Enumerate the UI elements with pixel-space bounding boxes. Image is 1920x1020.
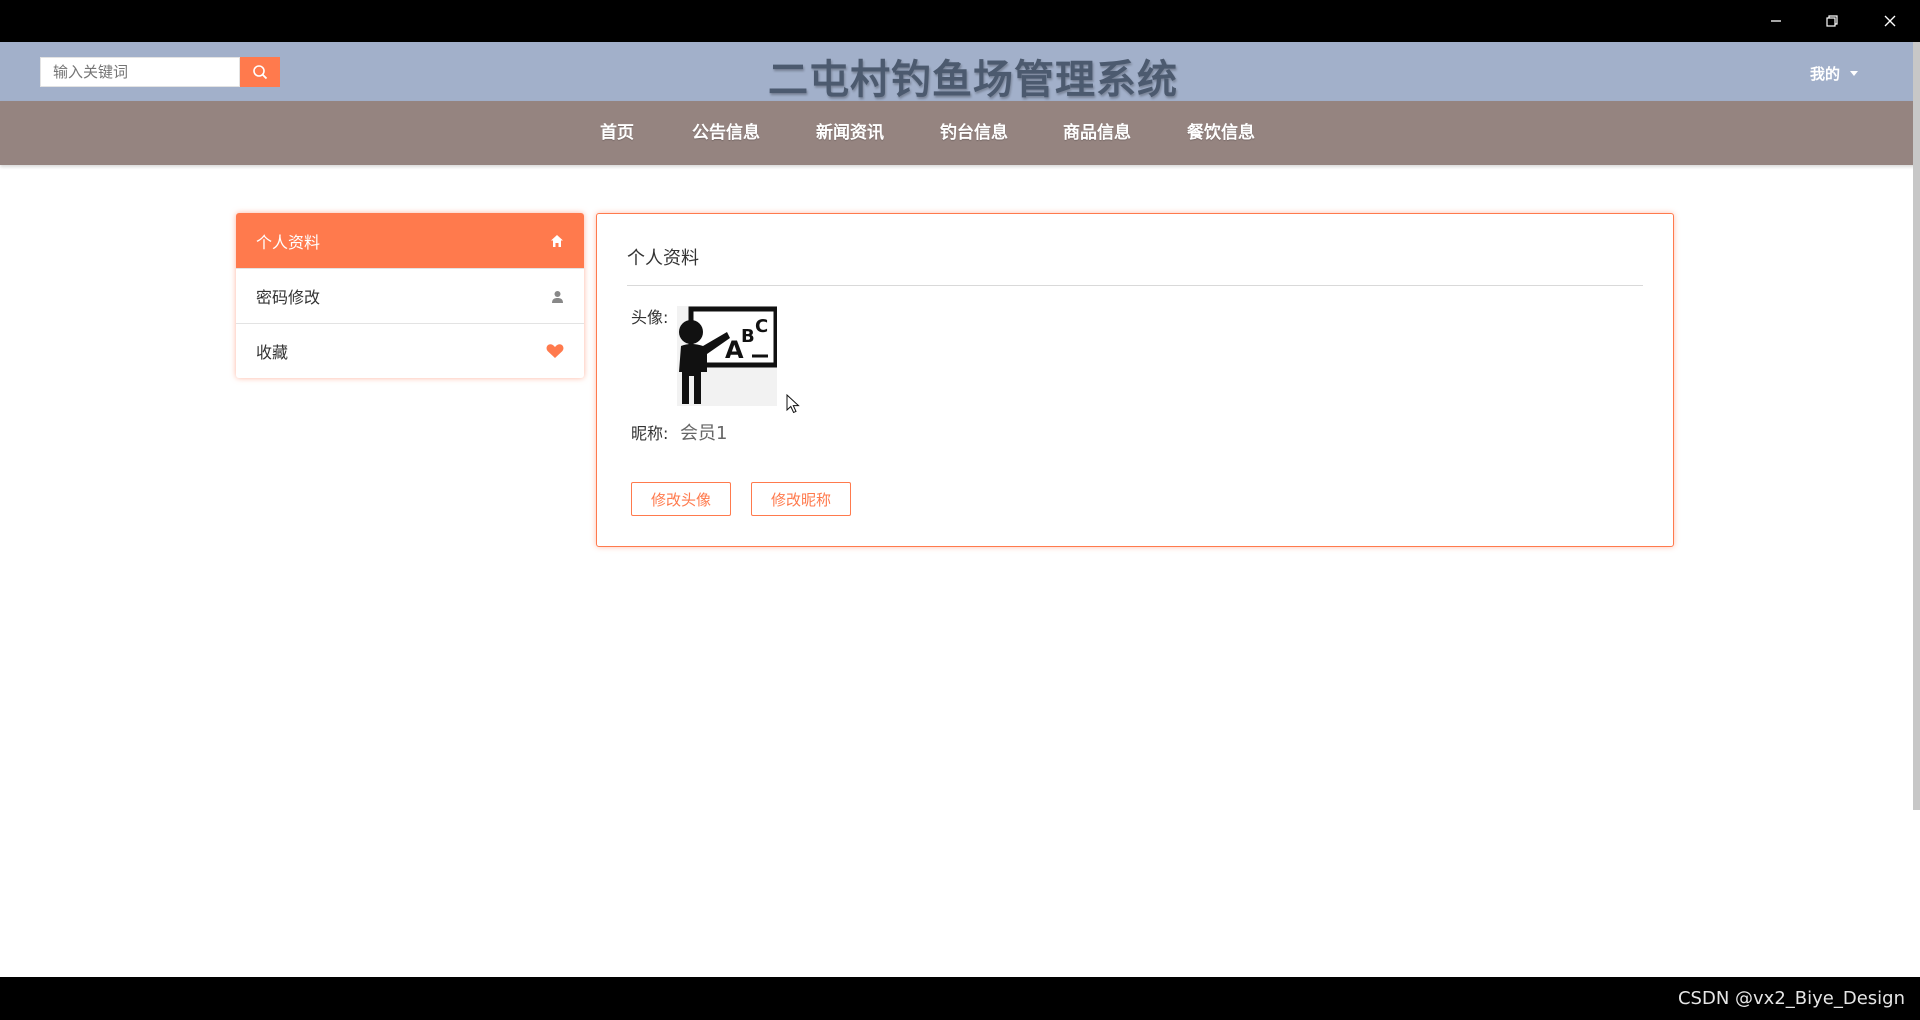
nickname-label: 昵称: xyxy=(631,424,669,443)
vertical-scrollbar[interactable] xyxy=(1913,42,1920,810)
avatar-label: 头像: xyxy=(631,308,669,327)
chevron-down-icon xyxy=(1850,71,1859,76)
user-menu-label: 我的 xyxy=(1810,65,1841,83)
site-title: 二屯村钓鱼场管理系统 xyxy=(768,57,1178,103)
close-icon[interactable] xyxy=(1862,0,1918,42)
panel-title: 个人资料 xyxy=(627,248,699,269)
user-menu[interactable]: 我的 xyxy=(1810,63,1859,84)
main-nav: 首页 公告信息 新闻资讯 钓台信息 商品信息 餐饮信息 xyxy=(0,101,1920,165)
nav-item-announcements[interactable]: 公告信息 xyxy=(692,101,760,165)
svg-text:C: C xyxy=(755,316,768,337)
nickname-value: 会员1 xyxy=(680,423,728,444)
profile-panel: 个人资料 头像: A B C 昵称: 会员1 修改头像 修改昵称 xyxy=(596,213,1674,547)
change-nickname-button[interactable]: 修改昵称 xyxy=(751,482,851,516)
nav-item-home[interactable]: 首页 xyxy=(600,101,634,165)
watermark-text: CSDN @vx2_Biye_Design xyxy=(1677,988,1905,1009)
teacher-blackboard-icon: A B C xyxy=(679,306,779,404)
nav-item-dining[interactable]: 餐饮信息 xyxy=(1187,101,1255,165)
sidebar-item-label: 密码修改 xyxy=(256,288,321,307)
user-icon xyxy=(552,290,563,303)
nav-item-products[interactable]: 商品信息 xyxy=(1063,101,1131,165)
minimize-icon[interactable] xyxy=(1748,0,1804,42)
nav-item-news[interactable]: 新闻资讯 xyxy=(816,101,884,165)
heart-icon xyxy=(546,344,564,358)
sidebar-item-profile[interactable]: 个人资料 xyxy=(236,213,584,268)
divider xyxy=(627,285,1643,286)
restore-icon[interactable] xyxy=(1804,0,1860,42)
nav-item-fishing-spots[interactable]: 钓台信息 xyxy=(940,101,1008,165)
sidebar-item-password[interactable]: 密码修改 xyxy=(236,268,584,323)
change-avatar-button[interactable]: 修改头像 xyxy=(631,482,731,516)
svg-text:B: B xyxy=(741,326,755,347)
bottom-bar: CSDN @vx2_Biye_Design xyxy=(0,977,1920,1020)
site-header: 二屯村钓鱼场管理系统 我的 xyxy=(0,42,1920,103)
sidebar-item-label: 个人资料 xyxy=(256,232,321,252)
sidebar-item-label: 收藏 xyxy=(256,343,289,362)
mouse-cursor-icon xyxy=(786,394,800,414)
profile-sidebar: 个人资料 密码修改 收藏 xyxy=(236,213,584,378)
home-icon xyxy=(551,234,563,247)
sidebar-item-favorites[interactable]: 收藏 xyxy=(236,323,584,378)
avatar: A B C xyxy=(677,306,779,406)
window-titlebar xyxy=(0,0,1920,42)
